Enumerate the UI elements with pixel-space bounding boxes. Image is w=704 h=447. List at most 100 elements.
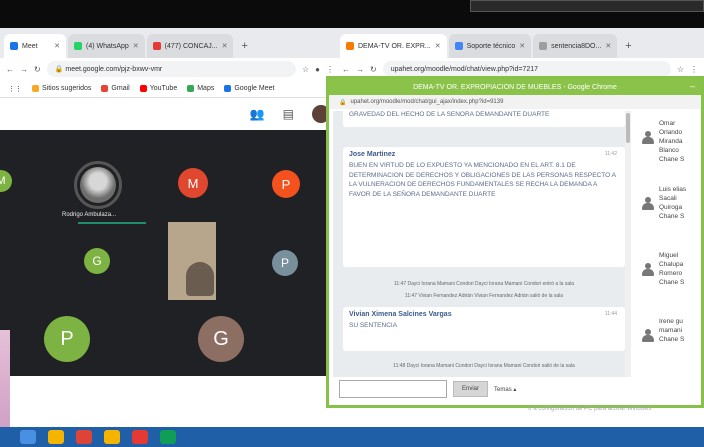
themes-menu[interactable]: Temas ▴ (494, 386, 516, 393)
participant-avatar: M (178, 168, 208, 198)
chrome-icon[interactable] (76, 430, 92, 444)
message-time: 11:42 (604, 151, 617, 157)
user-item[interactable]: Irene gu mamani Chane S (639, 317, 701, 361)
app-icon[interactable] (160, 430, 176, 444)
tab-soporte[interactable]: Soporte técnico ✕ (448, 34, 532, 58)
tab-moodle[interactable]: DEMA-TV OR. EXPR... ✕ (340, 34, 447, 58)
new-tab-button[interactable]: + (235, 34, 253, 58)
chat-icon[interactable]: ▤ (283, 107, 294, 121)
bookmark-sitios[interactable]: Sitios sugeridos (32, 85, 91, 92)
right-tab-bar: DEMA-TV OR. EXPR... ✕ Soporte técnico ✕ … (336, 28, 704, 58)
apps-icon[interactable]: ⋮⋮ (8, 85, 22, 93)
bookmarks-bar: ⋮⋮ Sitios sugeridos Gmail YouTube Maps G… (0, 80, 340, 98)
tab-label: sentencia8DO... (551, 42, 602, 50)
bookmark-gmail[interactable]: Gmail (101, 85, 130, 92)
menu-icon[interactable]: ⋮ (326, 65, 334, 74)
minimize-icon[interactable]: – (690, 81, 695, 91)
user-icon (641, 263, 655, 277)
lock-icon: 🔒 (339, 99, 347, 106)
bookmark-meet[interactable]: Google Meet (224, 85, 274, 92)
tab-youtube[interactable]: (477) CONCAJ... ✕ (146, 34, 234, 58)
message-time: 11:44 (604, 311, 617, 317)
profile-icon[interactable]: ● (315, 65, 320, 74)
user-item[interactable]: Miguel Chalupa Romero Chane S (639, 251, 701, 303)
user-item[interactable]: Omar Orlando Miranda Blanco Chane S (639, 119, 701, 171)
close-icon[interactable]: ✕ (519, 42, 525, 50)
user-item[interactable]: Luis elias Sacali Quiroga Chane S (639, 185, 701, 237)
participant-avatar: G (198, 316, 244, 362)
chat-message: GRAVEDAD DEL HECHO DE LA SEÑORA DEMANDAN… (343, 111, 625, 127)
moodle-favicon-icon (346, 42, 354, 50)
lock-icon: 🔒 (54, 66, 66, 73)
left-tab-bar: Meet ✕ (4) WhatsApp ✕ (477) CONCAJ... ✕ … (0, 28, 340, 58)
youtube-favicon-icon (152, 42, 161, 50)
participant-avatar: P (272, 250, 298, 276)
start-icon[interactable] (20, 430, 36, 444)
chat-popup-window: DEMA-TV OR. EXPROPIACION DE MUEBLES - Go… (326, 76, 704, 408)
tab-label: (477) CONCAJ... (164, 42, 218, 50)
scroll-thumb[interactable] (626, 113, 630, 143)
star-icon[interactable]: ☆ (677, 65, 684, 74)
participant-avatar: M (0, 170, 12, 192)
speaking-indicator (78, 222, 146, 224)
maps-icon (187, 85, 195, 92)
reload-icon[interactable]: ↻ (370, 65, 377, 74)
forward-icon[interactable]: → (20, 65, 28, 74)
reload-icon[interactable]: ↻ (34, 65, 41, 74)
tab-meet[interactable]: Meet ✕ (4, 34, 66, 58)
tab-whatsapp[interactable]: (4) WhatsApp ✕ (68, 34, 145, 58)
bookmark-maps[interactable]: Maps (187, 85, 214, 92)
system-message: 11:47 Vivian Fernandez Adrián Vivian Fer… (404, 293, 564, 299)
chat-scrollbar[interactable] (625, 111, 631, 377)
user-icon (641, 197, 655, 211)
tab-label: Soporte técnico (466, 42, 516, 50)
youtube-icon (139, 85, 147, 92)
chat-message: Vivian Ximena Salcines Vargas 11:44 SU S… (343, 307, 625, 351)
users-list: Omar Orlando Miranda Blanco Chane S Luis… (635, 111, 701, 377)
forward-icon[interactable]: → (356, 65, 364, 74)
back-icon[interactable]: ← (342, 65, 350, 74)
chat-message: Jose Martinez 11:42 BUEN EN VIRTUD DE LO… (343, 147, 625, 267)
message-text: BUEN EN VIRTUD DE LO EXPUESTO YA MENCION… (349, 162, 616, 198)
close-icon[interactable]: ✕ (222, 42, 228, 50)
bookmark-icon (32, 85, 39, 92)
menu-icon[interactable]: ⋮ (690, 65, 698, 74)
participant-video (168, 222, 216, 300)
chevron-up-icon: ▴ (513, 386, 517, 393)
speaker-name: Rodrigo Ambulaza... (62, 212, 117, 218)
tab-label: Meet (22, 42, 38, 50)
user-icon (641, 131, 655, 145)
desktop-wallpaper-edge (0, 330, 10, 430)
meet-bottom-area (0, 376, 340, 419)
chat-composer: Enviar Temas ▴ (339, 377, 704, 401)
star-icon[interactable]: ☆ (302, 65, 309, 74)
bookmark-youtube[interactable]: YouTube (139, 85, 177, 92)
chat-message-input[interactable] (339, 380, 447, 398)
windows-activation-hint: Ir a configuración de PC para activar Wi… (528, 406, 652, 412)
close-icon[interactable]: ✕ (54, 42, 60, 50)
tab-sentencia[interactable]: sentencia8DO... ✕ (533, 34, 618, 58)
message-author: Jose Martinez (349, 151, 396, 158)
system-message: 11:48 Dayci Iorana Mamani Condori Dayci … (393, 363, 575, 369)
speaker-avatar (80, 167, 116, 203)
user-icon (641, 329, 655, 343)
url-field[interactable]: 🔒 meet.google.com/pjz-bxwv-vmr (46, 61, 296, 77)
message-author: Vivian Ximena Salcines Vargas (349, 311, 452, 318)
meet-participant-grid: M Rodrigo Ambulaza... M P G P P G (0, 130, 332, 376)
back-icon[interactable]: ← (6, 65, 14, 74)
file-explorer-icon[interactable] (48, 430, 64, 444)
close-icon[interactable]: ✕ (133, 42, 139, 50)
people-icon[interactable]: 👥 (250, 107, 265, 121)
whatsapp-favicon-icon (74, 42, 82, 50)
participant-avatar: P (44, 316, 90, 362)
new-tab-button[interactable]: + (619, 34, 637, 58)
meet-favicon-icon (10, 42, 18, 50)
app-icon[interactable] (132, 430, 148, 444)
gmail-icon (101, 85, 109, 92)
url-field[interactable]: upahet.org/moodle/mod/chat/view.php?id=7… (382, 61, 671, 77)
participant-avatar: G (84, 248, 110, 274)
close-icon[interactable]: ✕ (435, 42, 441, 50)
close-icon[interactable]: ✕ (605, 42, 611, 50)
send-button[interactable]: Enviar (453, 381, 489, 397)
folder-icon[interactable] (104, 430, 120, 444)
